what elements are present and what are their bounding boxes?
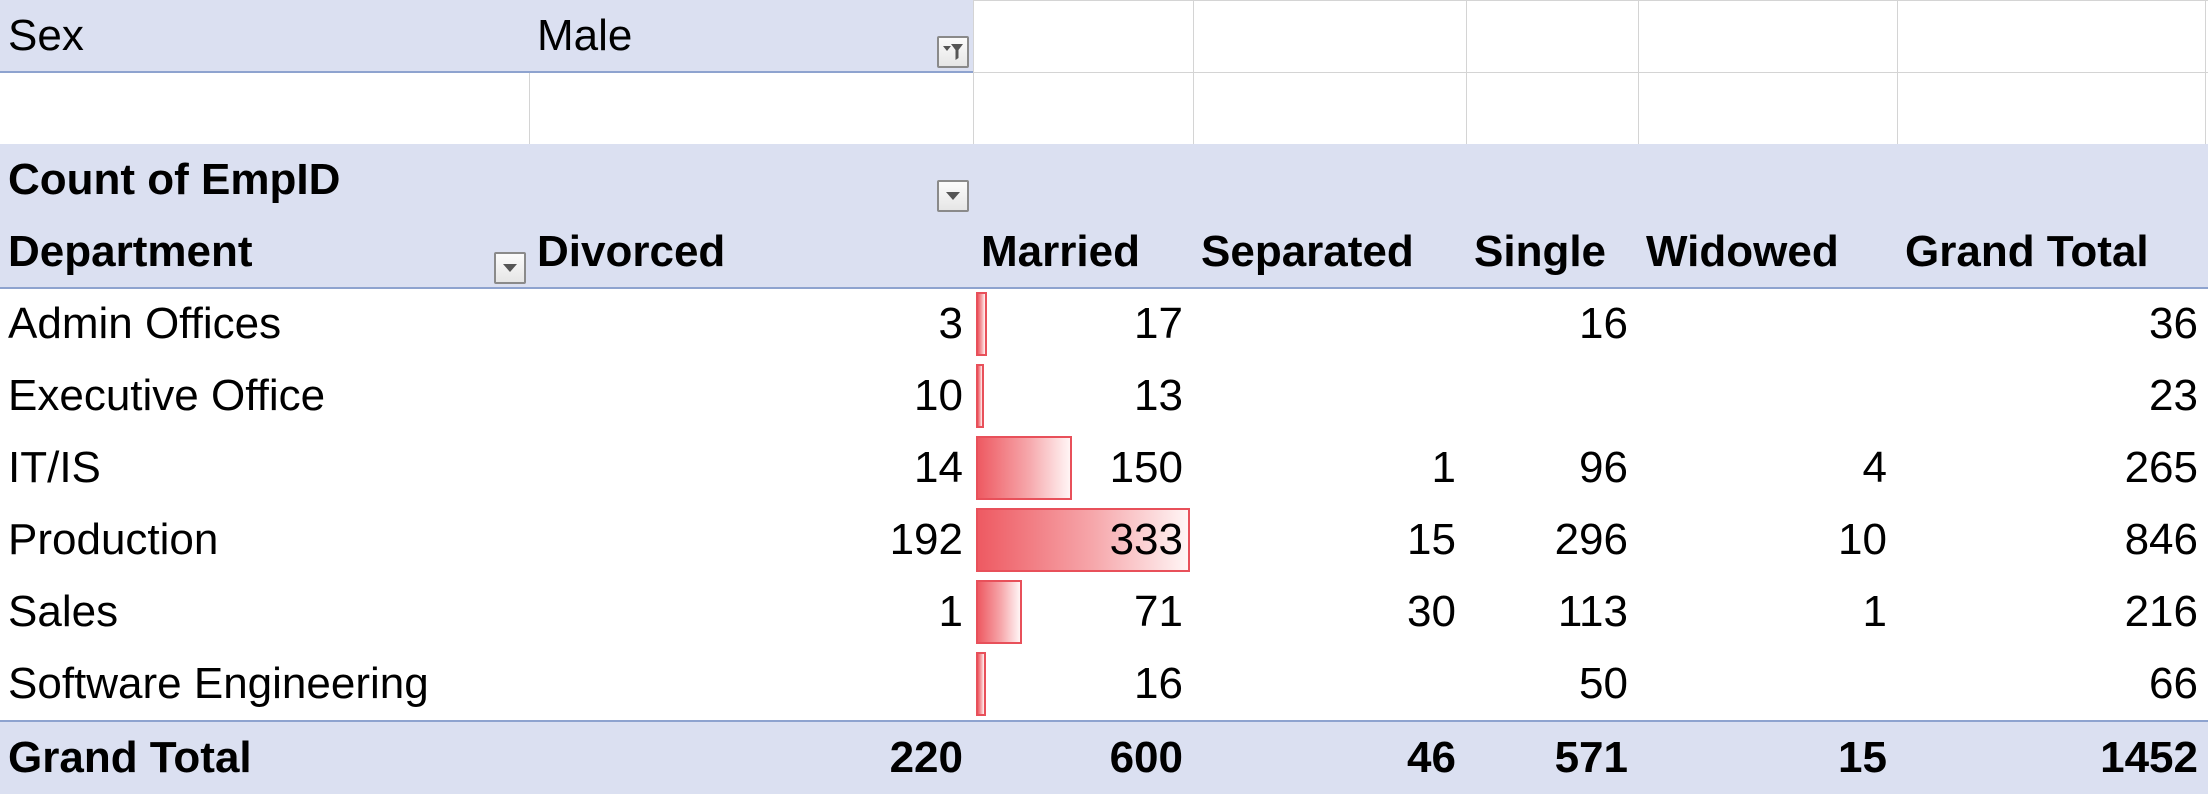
chevron-down-icon[interactable]: [937, 180, 969, 212]
filter-field-label: Sex: [8, 11, 84, 60]
cell-married[interactable]: 13: [973, 360, 1193, 432]
row-label: Production: [8, 515, 219, 564]
cell-divorced[interactable]: 10: [529, 360, 973, 432]
cell-grand-total[interactable]: 216: [1897, 576, 2208, 648]
cell-divorced[interactable]: 3: [529, 288, 973, 360]
cell-married[interactable]: 333: [973, 504, 1193, 576]
cell-widowed[interactable]: [1638, 360, 1897, 432]
cell-separated[interactable]: [1193, 360, 1466, 432]
cell-married[interactable]: 16: [973, 648, 1193, 720]
cell-single[interactable]: 113: [1466, 576, 1638, 648]
row-label: Admin Offices: [8, 299, 282, 348]
cell-widowed[interactable]: [1638, 648, 1897, 720]
grand-total-label: Grand Total: [8, 733, 252, 782]
cell-divorced[interactable]: 1: [529, 576, 973, 648]
total-separated[interactable]: 46: [1193, 722, 1466, 794]
cell-widowed[interactable]: [1638, 288, 1897, 360]
filter-funnel-icon[interactable]: [937, 36, 969, 68]
row-label: Software Engineering: [8, 659, 429, 708]
cell-grand-total[interactable]: 846: [1897, 504, 2208, 576]
gridline: [973, 72, 2208, 73]
cell-single[interactable]: 50: [1466, 648, 1638, 720]
chevron-down-icon[interactable]: [494, 252, 526, 284]
cell-grand-total[interactable]: 23: [1897, 360, 2208, 432]
cell-separated[interactable]: 1: [1193, 432, 1466, 504]
row-label: IT/IS: [8, 443, 101, 492]
row-label: Executive Office: [8, 371, 326, 420]
cell-married[interactable]: 150: [973, 432, 1193, 504]
value-field-label: Count of EmpID: [8, 155, 341, 204]
cell-grand-total[interactable]: 265: [1897, 432, 2208, 504]
total-widowed[interactable]: 15: [1638, 722, 1897, 794]
column-header-grand-total: Grand Total: [1905, 227, 2149, 276]
cell-single[interactable]: [1466, 360, 1638, 432]
gridline: [529, 72, 530, 144]
cell-separated[interactable]: 15: [1193, 504, 1466, 576]
cell-separated[interactable]: [1193, 288, 1466, 360]
cell-single[interactable]: 296: [1466, 504, 1638, 576]
table-row[interactable]: Executive Office 10 13 23: [0, 360, 2208, 432]
total-single[interactable]: 571: [1466, 722, 1638, 794]
spreadsheet: Sex Male Count of EmpID Department Divor…: [0, 0, 2208, 794]
column-header-married: Married: [981, 227, 1140, 276]
gridline: [973, 0, 2208, 1]
column-header-single: Single: [1474, 227, 1607, 276]
cell-widowed[interactable]: 4: [1638, 432, 1897, 504]
row-label: Sales: [8, 587, 119, 636]
table-row[interactable]: IT/IS 14 150 1 96 4 265: [0, 432, 2208, 504]
cell-divorced[interactable]: 192: [529, 504, 973, 576]
cell-married[interactable]: 17: [973, 288, 1193, 360]
cell-grand-total[interactable]: 36: [1897, 288, 2208, 360]
cell-separated[interactable]: 30: [1193, 576, 1466, 648]
column-header-widowed: Widowed: [1646, 227, 1839, 276]
cell-widowed[interactable]: 1: [1638, 576, 1897, 648]
column-header-divorced: Divorced: [537, 227, 726, 276]
column-header-separated: Separated: [1201, 227, 1414, 276]
cell-single[interactable]: 16: [1466, 288, 1638, 360]
cell-widowed[interactable]: 10: [1638, 504, 1897, 576]
cell-divorced[interactable]: [529, 648, 973, 720]
grand-total-row[interactable]: Grand Total 220 600 46 571 15 1452: [0, 722, 2208, 794]
row-field-label: Department: [8, 227, 253, 276]
cell-separated[interactable]: [1193, 648, 1466, 720]
table-row[interactable]: Production 192 333 15 296 10 846: [0, 504, 2208, 576]
cell-grand-total[interactable]: 66: [1897, 648, 2208, 720]
total-divorced[interactable]: 220: [529, 722, 973, 794]
table-row[interactable]: Software Engineering 16 50 66: [0, 648, 2208, 720]
cell-single[interactable]: 96: [1466, 432, 1638, 504]
total-grand-total[interactable]: 1452: [1897, 722, 2208, 794]
filter-value[interactable]: Male: [529, 0, 973, 72]
table-row[interactable]: Sales 1 71 30 113 1 216: [0, 576, 2208, 648]
cell-married[interactable]: 71: [973, 576, 1193, 648]
table-row[interactable]: Admin Offices 3 17 16 36: [0, 288, 2208, 360]
cell-divorced[interactable]: 14: [529, 432, 973, 504]
total-married[interactable]: 600: [973, 722, 1193, 794]
